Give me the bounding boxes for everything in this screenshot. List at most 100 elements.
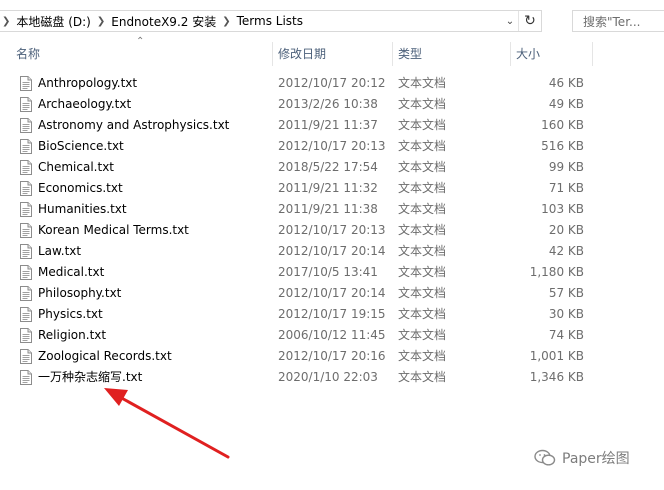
file-row[interactable]: Archaeology.txt 2013/2/26 10:38 文本文档 49 … [0, 94, 664, 115]
file-row[interactable]: Chemical.txt 2018/5/22 17:54 文本文档 99 KB [0, 157, 664, 178]
text-file-icon [20, 307, 32, 322]
file-size: 103 KB [541, 202, 584, 216]
file-type: 文本文档 [398, 328, 447, 342]
text-file-icon [20, 160, 32, 175]
text-file-icon [20, 286, 32, 301]
text-file-icon [20, 97, 32, 112]
file-date: 2020/1/10 22:03 [278, 370, 378, 384]
file-date: 2011/9/21 11:38 [278, 202, 378, 216]
file-row[interactable]: Economics.txt 2011/9/21 11:32 文本文档 71 KB [0, 178, 664, 199]
file-name: Korean Medical Terms.txt [38, 223, 189, 237]
file-size: 99 KB [548, 160, 584, 174]
file-date: 2012/10/17 20:14 [278, 286, 386, 300]
file-name: Archaeology.txt [38, 97, 132, 111]
file-list: Anthropology.txt 2012/10/17 20:12 文本文档 4… [0, 73, 664, 388]
breadcrumb-drive[interactable]: 本地磁盘 (D:) [16, 13, 90, 30]
file-row[interactable]: Zoological Records.txt 2012/10/17 20:16 … [0, 346, 664, 367]
sort-up-icon: ⌃ [136, 36, 145, 47]
file-name: Economics.txt [38, 181, 123, 195]
file-type: 文本文档 [398, 244, 447, 258]
file-name: Anthropology.txt [38, 76, 138, 90]
column-header-size[interactable]: 大小 [516, 40, 540, 68]
column-divider[interactable] [392, 42, 393, 66]
file-type: 文本文档 [398, 181, 447, 195]
text-file-icon [20, 139, 32, 154]
file-row[interactable]: 一万种杂志缩写.txt 2020/1/10 22:03 文本文档 1,346 K… [0, 367, 664, 388]
file-name: Physics.txt [38, 307, 103, 321]
file-date: 2012/10/17 19:15 [278, 307, 386, 321]
file-name: Medical.txt [38, 265, 105, 279]
file-date: 2012/10/17 20:12 [278, 76, 386, 90]
column-header-date[interactable]: 修改日期 [278, 40, 326, 68]
file-date: 2012/10/17 20:13 [278, 223, 386, 237]
column-divider[interactable] [272, 42, 273, 66]
file-row[interactable]: Medical.txt 2017/10/5 13:41 文本文档 1,180 K… [0, 262, 664, 283]
file-size: 1,346 KB [529, 370, 584, 384]
text-file-icon [20, 76, 32, 91]
file-type: 文本文档 [398, 223, 447, 237]
file-row[interactable]: Anthropology.txt 2012/10/17 20:12 文本文档 4… [0, 73, 664, 94]
file-name: Philosophy.txt [38, 286, 122, 300]
column-divider[interactable] [510, 42, 511, 66]
refresh-icon[interactable]: ↻ [518, 11, 541, 31]
file-size: 57 KB [548, 286, 584, 300]
file-date: 2006/10/12 11:45 [278, 328, 386, 342]
watermark-text: Paper绘图 [562, 451, 630, 467]
file-name: Humanities.txt [38, 202, 127, 216]
text-file-icon [20, 349, 32, 364]
file-type: 文本文档 [398, 160, 447, 174]
file-size: 160 KB [541, 118, 584, 132]
file-row[interactable]: Physics.txt 2012/10/17 19:15 文本文档 30 KB [0, 304, 664, 325]
file-type: 文本文档 [398, 97, 447, 111]
text-file-icon [20, 118, 32, 133]
file-size: 30 KB [548, 307, 584, 321]
file-size: 74 KB [548, 328, 584, 342]
file-date: 2012/10/17 20:13 [278, 139, 386, 153]
file-row[interactable]: Law.txt 2012/10/17 20:14 文本文档 42 KB [0, 241, 664, 262]
file-size: 49 KB [548, 97, 584, 111]
search-input[interactable]: 搜索"Ter... [572, 10, 664, 32]
column-header-type[interactable]: 类型 [398, 40, 422, 68]
breadcrumb-terms-lists[interactable]: Terms Lists [237, 14, 303, 28]
text-file-icon [20, 181, 32, 196]
breadcrumb-chevron-icon[interactable]: ❯ [216, 16, 236, 27]
file-type: 文本文档 [398, 286, 447, 300]
file-row[interactable]: Korean Medical Terms.txt 2012/10/17 20:1… [0, 220, 664, 241]
file-row[interactable]: Humanities.txt 2011/9/21 11:38 文本文档 103 … [0, 199, 664, 220]
file-date: 2017/10/5 13:41 [278, 265, 378, 279]
file-date: 2012/10/17 20:16 [278, 349, 386, 363]
file-row[interactable]: Philosophy.txt 2012/10/17 20:14 文本文档 57 … [0, 283, 664, 304]
file-type: 文本文档 [398, 139, 447, 153]
file-type: 文本文档 [398, 76, 447, 90]
chevron-down-icon[interactable]: ⌄ [501, 11, 519, 31]
file-type: 文本文档 [398, 307, 447, 321]
breadcrumb-chevron-icon[interactable]: ❯ [0, 16, 16, 27]
file-name: 一万种杂志缩写.txt [38, 370, 143, 384]
breadcrumb-chevron-icon[interactable]: ❯ [91, 16, 111, 27]
file-name: Zoological Records.txt [38, 349, 172, 363]
breadcrumb-endnote-folder[interactable]: EndnoteX9.2 安装 [111, 13, 216, 30]
file-date: 2012/10/17 20:14 [278, 244, 386, 258]
file-size: 1,180 KB [529, 265, 584, 279]
file-name: Astronomy and Astrophysics.txt [38, 118, 230, 132]
text-file-icon [20, 265, 32, 280]
text-file-icon [20, 202, 32, 217]
address-bar[interactable]: ❯ 本地磁盘 (D:) ❯ EndnoteX9.2 安装 ❯ Terms Lis… [0, 10, 542, 32]
text-file-icon [20, 223, 32, 238]
file-row[interactable]: Astronomy and Astrophysics.txt 2011/9/21… [0, 115, 664, 136]
wechat-icon [534, 449, 556, 466]
file-size: 71 KB [548, 181, 584, 195]
file-type: 文本文档 [398, 118, 447, 132]
file-row[interactable]: Religion.txt 2006/10/12 11:45 文本文档 74 KB [0, 325, 664, 346]
file-name: Law.txt [38, 244, 82, 258]
file-type: 文本文档 [398, 202, 447, 216]
file-size: 46 KB [548, 76, 584, 90]
file-size: 1,001 KB [529, 349, 584, 363]
file-name: Chemical.txt [38, 160, 115, 174]
file-type: 文本文档 [398, 265, 447, 279]
file-row[interactable]: BioScience.txt 2012/10/17 20:13 文本文档 516… [0, 136, 664, 157]
column-header-name[interactable]: 名称 [16, 40, 40, 68]
column-headers: 名称 修改日期 类型 大小 [0, 40, 664, 68]
column-divider[interactable] [592, 42, 593, 66]
toolbar: ❯ 本地磁盘 (D:) ❯ EndnoteX9.2 安装 ❯ Terms Lis… [0, 0, 664, 40]
